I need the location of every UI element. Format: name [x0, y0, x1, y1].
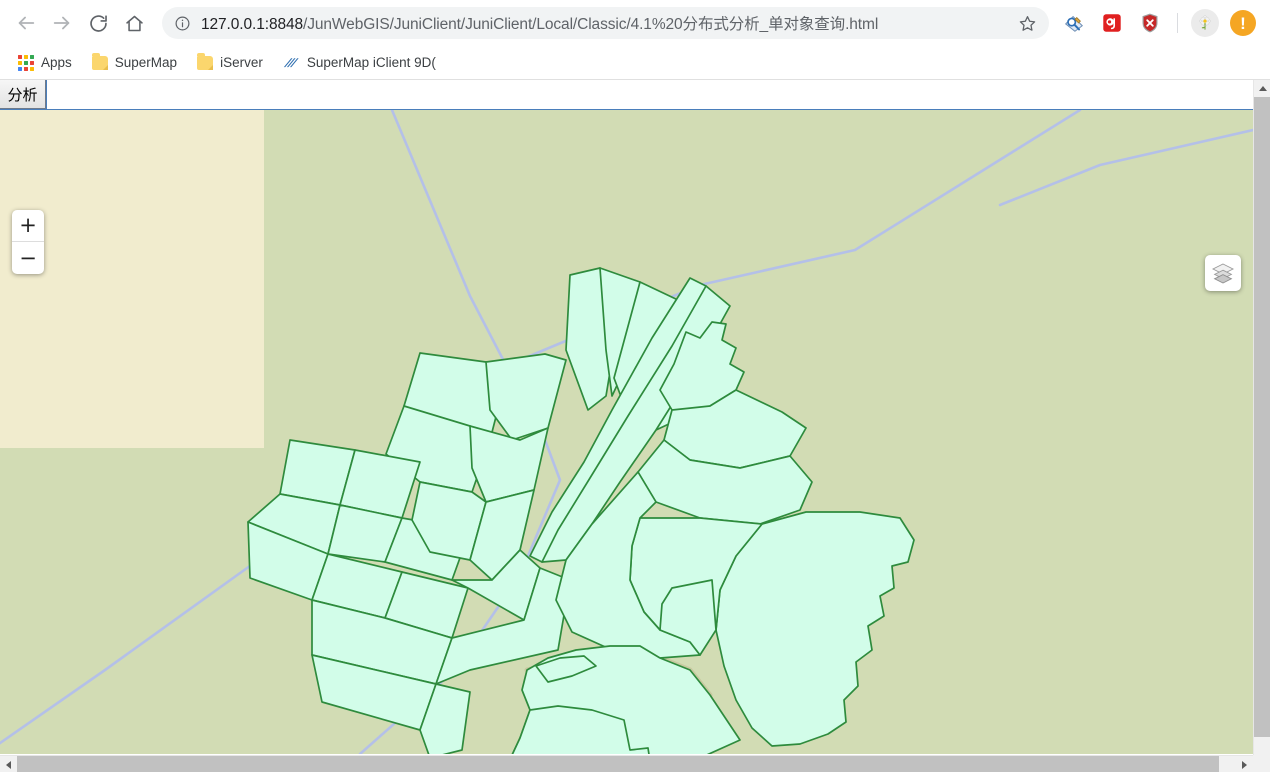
scroll-right-arrow[interactable] [1236, 756, 1253, 772]
vertical-scrollbar-thumb[interactable] [1254, 97, 1270, 737]
info-circle-icon[interactable] [174, 15, 191, 32]
layer-switcher-button[interactable] [1205, 255, 1241, 291]
bookmark-label: iServer [220, 55, 263, 70]
bookmark-supermap-folder[interactable]: SuperMap [84, 52, 185, 73]
browser-toolbar: 127.0.0.1:8848/JunWebGIS/JuniClient/Juni… [0, 0, 1270, 46]
url-text: 127.0.0.1:8848/JunWebGIS/JuniClient/Juni… [201, 12, 1010, 34]
bookmark-star-icon[interactable] [1018, 14, 1037, 33]
avatar [1191, 9, 1219, 37]
extension-icons: ! [1055, 8, 1262, 38]
map-vector-layer [0, 110, 1253, 754]
triangle-up-icon [1258, 86, 1267, 91]
toolbar-divider [1177, 13, 1178, 33]
url-host: 127.0.0.1:8848 [201, 16, 304, 33]
profile-daisy-avatar[interactable] [1190, 8, 1220, 38]
back-arrow-icon [18, 16, 35, 30]
supermap-logo-icon [283, 57, 299, 67]
zoom-in-button[interactable]: + [12, 210, 44, 242]
chrome-menu-alert-icon: ! [1230, 10, 1256, 36]
map-canvas[interactable]: + − [0, 110, 1253, 754]
shield-block-extension-icon[interactable] [1135, 8, 1165, 38]
home-icon [125, 15, 143, 31]
bookmarks-bar: Apps SuperMap iServer SuperMap iClient 9… [0, 46, 1270, 80]
zoom-out-button[interactable]: − [12, 242, 44, 274]
scroll-left-arrow[interactable] [0, 756, 17, 772]
bookmark-label: SuperMap iClient 9D( [306, 55, 436, 70]
scroll-up-arrow[interactable] [1254, 80, 1270, 97]
search-magnifier-extension-icon[interactable] [1059, 8, 1089, 38]
home-button[interactable] [116, 5, 152, 41]
apps-grid-icon [18, 54, 34, 71]
app-toolbar: 分析 [0, 80, 1253, 110]
forward-button[interactable] [44, 5, 80, 41]
url-path: /JunWebGIS/JuniClient/JuniClient/Local/C… [303, 16, 879, 33]
forward-arrow-icon [53, 16, 70, 30]
analyze-button[interactable]: 分析 [0, 80, 46, 109]
toolbar-empty-area [46, 80, 1253, 109]
daisy-flower-icon [1199, 15, 1211, 30]
folder-icon [91, 52, 108, 70]
bookmark-label: SuperMap [114, 55, 178, 70]
browser-chrome: 127.0.0.1:8848/JunWebGIS/JuniClient/Juni… [0, 0, 1270, 80]
bookmark-apps[interactable]: Apps [10, 52, 80, 74]
back-button[interactable] [8, 5, 44, 41]
scrollbar-corner [1253, 755, 1270, 772]
layers-stack-icon [1211, 263, 1235, 284]
folder-icon [197, 52, 214, 70]
reload-icon [89, 14, 107, 32]
page-viewport: 分析 + − [0, 80, 1270, 772]
map-zoom-control: + − [12, 210, 44, 274]
triangle-right-icon [1242, 760, 1247, 769]
chrome-menu-button[interactable]: ! [1228, 8, 1258, 38]
horizontal-scrollbar-thumb[interactable] [17, 756, 1219, 772]
red-badge-extension-icon[interactable] [1097, 8, 1127, 38]
bookmark-supermap-iclient[interactable]: SuperMap iClient 9D( [275, 52, 444, 73]
vertical-scrollbar[interactable] [1253, 80, 1270, 772]
reload-button[interactable] [80, 5, 116, 41]
horizontal-scrollbar[interactable] [0, 755, 1253, 772]
bookmark-iserver-folder[interactable]: iServer [189, 52, 271, 73]
triangle-left-icon [6, 760, 11, 769]
address-bar[interactable]: 127.0.0.1:8848/JunWebGIS/JuniClient/Juni… [162, 7, 1049, 39]
bookmark-label: Apps [41, 55, 72, 70]
